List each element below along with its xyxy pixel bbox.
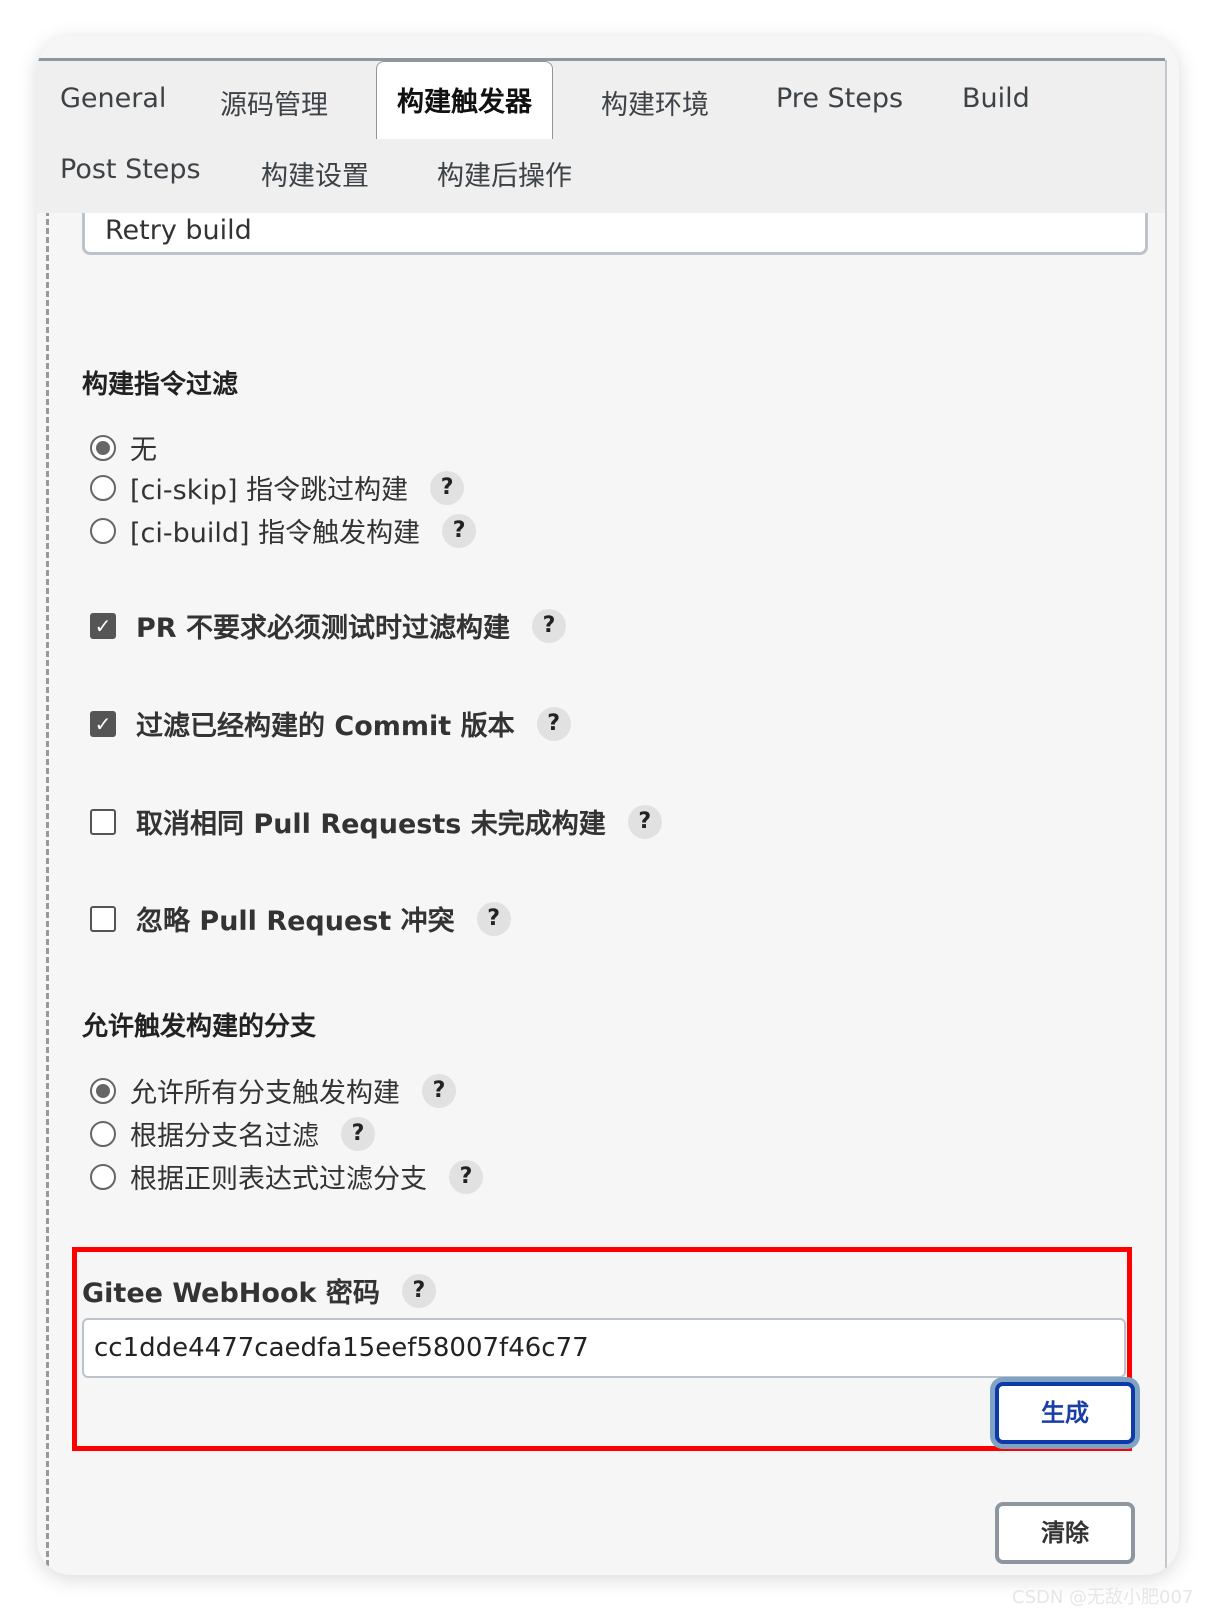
radio-label: 根据分支名过滤 [130,1121,319,1152]
checkbox-icon[interactable] [90,905,116,932]
tab-build-triggers[interactable]: 构建触发器 [376,61,553,139]
generate-button[interactable]: 生成 [995,1382,1135,1444]
tab-post-build[interactable]: 构建后操作 [437,154,572,193]
branch-radio-name[interactable]: 根据分支名过滤? [90,1114,375,1153]
help-icon[interactable]: ? [536,706,571,741]
help-icon[interactable]: ? [401,1273,436,1308]
radio-label: 根据正则表达式过滤分支 [130,1164,427,1195]
webhook-label-row: Gitee WebHook 密码? [82,1271,436,1310]
branch-heading: 允许触发构建的分支 [82,1012,317,1042]
help-icon[interactable]: ? [531,608,566,643]
checkbox-pr-filter[interactable]: ✓ PR 不要求必须测试时过滤构建? [90,606,566,645]
checkbox-cancel-pr-builds[interactable]: 取消相同 Pull Requests 未完成构建? [90,802,662,841]
webhook-label: Gitee WebHook 密码 [82,1278,380,1309]
tab-build[interactable]: Build [962,83,1030,114]
tab-pre-steps[interactable]: Pre Steps [776,83,903,114]
tab-post-steps[interactable]: Post Steps [60,154,201,185]
checkbox-icon[interactable]: ✓ [90,710,116,737]
help-icon[interactable]: ? [341,1116,375,1151]
help-icon[interactable]: ? [449,1159,483,1194]
radio-label: [ci-skip] 指令跳过构建 [130,475,409,506]
checkbox-icon[interactable] [90,808,116,835]
section-dashed-line [46,210,49,1575]
retry-build-text: Retry build [105,215,252,246]
branch-radio-regex[interactable]: 根据正则表达式过滤分支? [90,1157,483,1196]
help-icon[interactable]: ? [422,1073,456,1108]
watermark: CSDN @无敌小肥007 [1012,1587,1194,1608]
tab-bar: General 源码管理 构建触发器 构建环境 Pre Steps Build … [37,58,1165,213]
help-icon[interactable]: ? [476,901,511,936]
branch-radio-all[interactable]: 允许所有分支触发构建? [90,1071,456,1110]
checkbox-filter-built-commit[interactable]: ✓ 过滤已经构建的 Commit 版本? [90,704,571,743]
radio-icon[interactable] [90,1120,116,1147]
checkbox-ignore-pr-conflict[interactable]: 忽略 Pull Request 冲突? [90,899,511,938]
tab-build-settings[interactable]: 构建设置 [261,154,369,193]
tab-build-env[interactable]: 构建环境 [601,83,709,122]
config-panel: Retry build General 源码管理 构建触发器 构建环境 Pre … [37,36,1179,1575]
help-icon[interactable]: ? [442,513,477,548]
help-icon[interactable]: ? [430,470,465,505]
radio-label: 允许所有分支触发构建 [130,1078,400,1109]
help-icon[interactable]: ? [627,804,662,839]
radio-label: 无 [130,435,157,466]
radio-icon[interactable] [90,1163,116,1190]
radio-icon[interactable] [90,474,116,501]
checkbox-icon[interactable]: ✓ [90,612,116,639]
radio-label: [ci-build] 指令触发构建 [130,518,421,549]
radio-icon[interactable] [90,434,116,461]
checkbox-label: 取消相同 Pull Requests 未完成构建 [136,809,606,840]
webhook-password-input[interactable]: cc1dde4477caedfa15eef58007f46c77 [82,1318,1126,1378]
filter-radio-ci-build[interactable]: [ci-build] 指令触发构建? [90,511,477,550]
radio-icon[interactable] [90,517,116,544]
tab-scm[interactable]: 源码管理 [220,83,328,122]
radio-icon[interactable] [90,1077,116,1104]
filter-heading: 构建指令过滤 [82,370,239,400]
checkbox-label: 忽略 Pull Request 冲突 [136,906,455,937]
checkbox-label: 过滤已经构建的 Commit 版本 [136,711,515,742]
filter-radio-ci-skip[interactable]: [ci-skip] 指令跳过构建? [90,468,465,507]
checkbox-label: PR 不要求必须测试时过滤构建 [136,613,510,644]
tab-general[interactable]: General [60,83,166,114]
panel-border [1165,60,1167,1575]
filter-radio-none[interactable]: 无 [90,428,157,467]
clear-button[interactable]: 清除 [995,1502,1135,1564]
